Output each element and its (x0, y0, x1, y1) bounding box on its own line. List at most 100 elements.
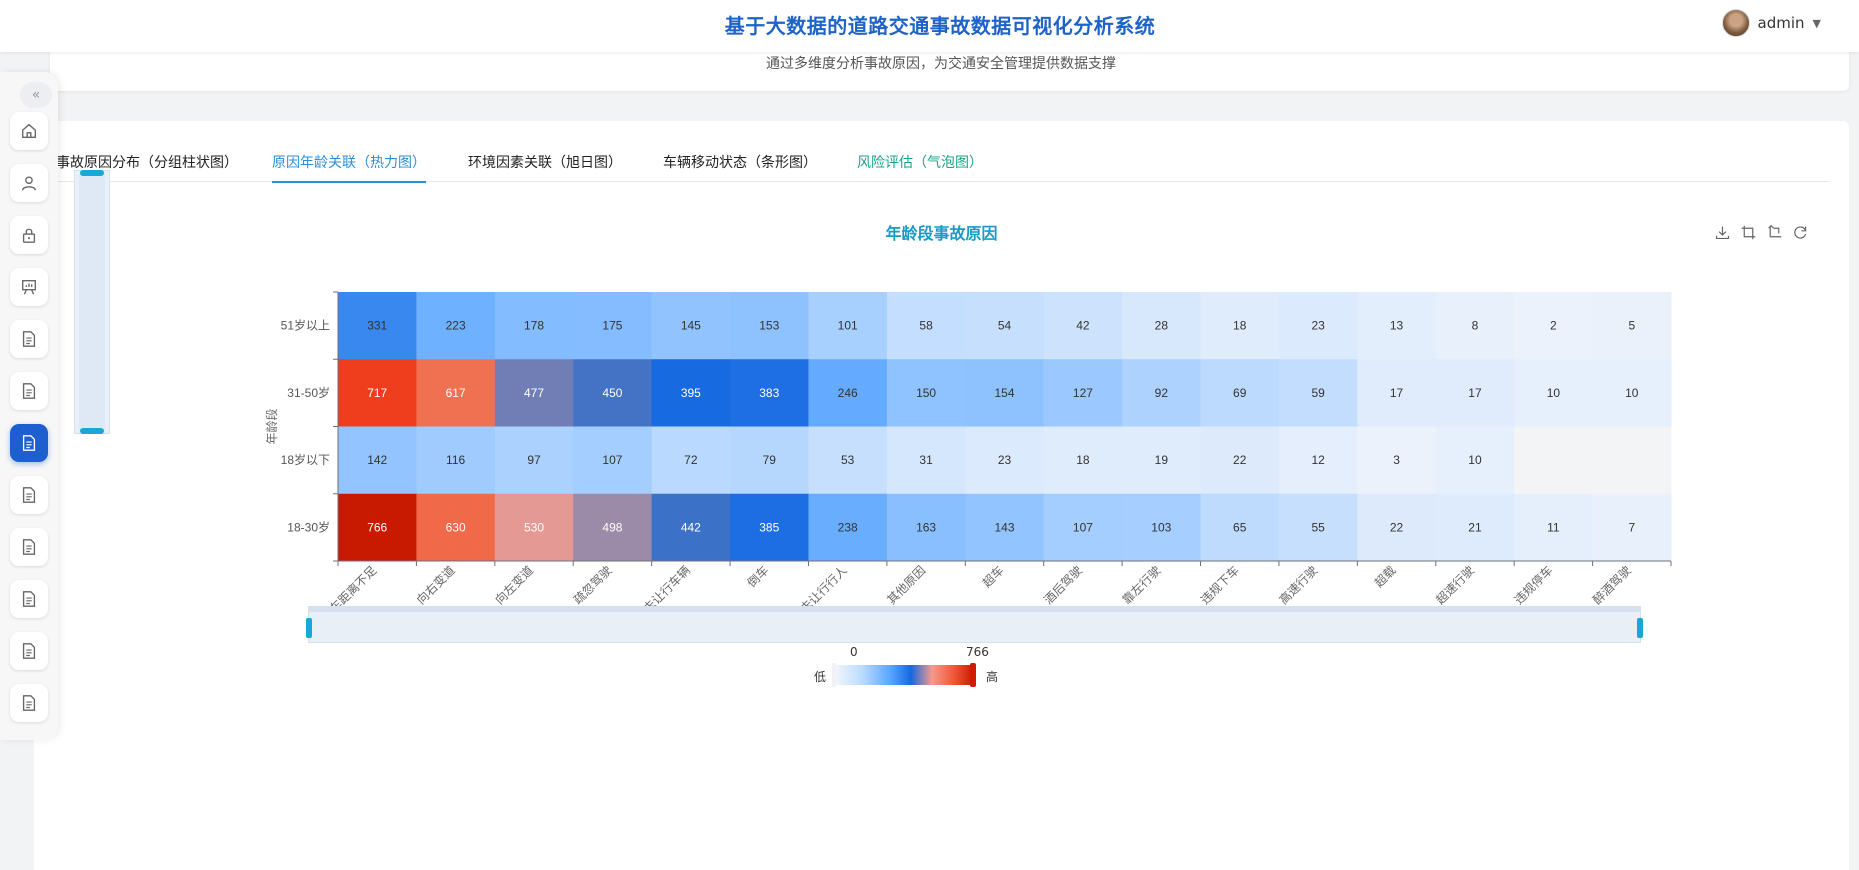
top-header: 基于大数据的道路交通事故数据可视化分析系统 admin ▼ (0, 0, 1859, 52)
heatmap-cell-label: 17 (1468, 386, 1482, 400)
sidebar-item-user[interactable] (10, 164, 48, 202)
username[interactable]: admin (1758, 14, 1805, 32)
avatar[interactable] (1721, 9, 1750, 37)
y-tick-label: 18岁以下 (281, 452, 330, 467)
heatmap-cell-label: 2 (1550, 319, 1557, 333)
document-icon (22, 331, 36, 347)
heatmap-cell-label: 530 (524, 520, 544, 534)
visual-map-handle-high[interactable] (970, 663, 976, 687)
heatmap-cell-label: 246 (838, 386, 858, 400)
heatmap-cell-label: 65 (1233, 520, 1247, 534)
heatmap-cell-label: 10 (1547, 386, 1561, 400)
heatmap-cell-label: 143 (994, 520, 1014, 534)
heatmap-cell-label: 58 (919, 319, 933, 333)
x-tick-label: 其他原因 (884, 563, 928, 607)
document-icon (22, 643, 36, 659)
heatmap-cell-label: 11 (1547, 520, 1560, 534)
double-chevron-left-icon: « (31, 87, 41, 103)
heatmap-cell-label: 22 (1390, 520, 1404, 534)
heatmap-cell-label: 97 (527, 453, 541, 467)
heatmap-cell-label: 766 (367, 520, 387, 534)
visual-map-low-text: 低 (814, 670, 827, 684)
user-icon (22, 176, 36, 191)
sidebar-item-board[interactable] (10, 268, 48, 306)
x-tick-label: 违规停车 (1511, 563, 1556, 608)
sidebar-item-doc-2[interactable] (10, 372, 48, 410)
document-icon (22, 487, 36, 503)
heatmap-cell-label: 127 (1073, 386, 1093, 400)
heatmap-cell-label: 21 (1468, 520, 1482, 534)
heatmap-cell-label: 498 (602, 520, 622, 534)
visual-map-gradient[interactable] (834, 665, 974, 685)
heatmap-cell-label: 42 (1076, 319, 1090, 333)
visual-map-legend: 0 766 低 高 (814, 645, 1014, 695)
heatmap-cell-label: 142 (367, 453, 387, 467)
heatmap-cell-label: 107 (602, 453, 622, 467)
x-tick-label: 靠左行驶 (1119, 563, 1164, 608)
heatmap-cell-label: 717 (367, 386, 387, 400)
sidebar-item-lock[interactable] (10, 216, 48, 254)
chart-board-icon (22, 280, 36, 295)
sidebar: « (0, 72, 58, 740)
heatmap-cell-label: 22 (1233, 453, 1247, 467)
sidebar-item-doc-7[interactable] (10, 632, 48, 670)
heatmap-cell-label: 19 (1155, 453, 1169, 467)
heatmap-cell-label: 92 (1155, 386, 1169, 400)
heatmap-cell-label: 28 (1155, 319, 1169, 333)
heatmap-cell-label: 107 (1073, 520, 1093, 534)
x-tick-label: 酒后驾驶 (1040, 563, 1085, 608)
document-icon (22, 383, 36, 399)
sidebar-item-doc-6[interactable] (10, 580, 48, 618)
heatmap-cell-label: 17 (1390, 386, 1404, 400)
heatmap-cell-label: 23 (998, 453, 1012, 467)
y-axis-name: 年龄段 (264, 408, 279, 444)
heatmap-cell-label: 630 (446, 520, 466, 534)
x-tick-label: 向左变道 (492, 563, 537, 608)
sidebar-item-doc-8[interactable] (10, 684, 48, 722)
heatmap-cell-label: 101 (838, 319, 858, 333)
heatmap-cell-label: 31 (919, 453, 933, 467)
visual-map-handle-low[interactable] (832, 663, 836, 687)
heatmap-cell-label: 116 (446, 453, 465, 467)
heatmap-cell-label: 238 (838, 520, 858, 534)
x-tick-label: 高速行驶 (1276, 563, 1321, 608)
document-icon (22, 539, 36, 555)
heatmap-cell-label: 3 (1393, 453, 1400, 467)
document-icon (22, 591, 36, 607)
heatmap-cell-label: 175 (602, 319, 622, 333)
heatmap-cell-empty (1592, 426, 1672, 495)
heatmap-cell-label: 450 (602, 386, 622, 400)
heatmap-cell-label: 12 (1311, 453, 1325, 467)
x-zoom-handle-right[interactable] (1637, 618, 1643, 638)
heatmap-cell-label: 145 (681, 319, 701, 333)
sidebar-item-doc-1[interactable] (10, 320, 48, 358)
heatmap-cell-label: 54 (998, 319, 1012, 333)
x-tick-label: 向右变道 (413, 563, 458, 608)
collapse-sidebar-button[interactable]: « (20, 82, 52, 108)
x-zoom-handle-left[interactable] (306, 618, 312, 638)
sidebar-item-home[interactable] (10, 112, 48, 150)
heatmap-cell-empty (1514, 426, 1594, 495)
x-tick-label: 疏忽驾驶 (570, 563, 615, 608)
heatmap-cell-label: 7 (1628, 520, 1635, 534)
heatmap-cell-label: 79 (763, 453, 777, 467)
visual-map-min: 0 (850, 645, 858, 659)
heatmap-cell-label: 10 (1468, 453, 1482, 467)
sidebar-item-doc-5[interactable] (10, 528, 48, 566)
heatmap-cell-label: 103 (1151, 520, 1171, 534)
heatmap-cell-label: 5 (1628, 319, 1635, 333)
heatmap-cell-label: 617 (446, 386, 466, 400)
heatmap-cell-label: 383 (759, 386, 779, 400)
caret-down-icon[interactable]: ▼ (1813, 17, 1821, 30)
user-menu[interactable]: admin ▼ (1721, 8, 1821, 38)
x-tick-label: 倒车 (744, 563, 772, 591)
sidebar-item-doc-3-active[interactable] (10, 424, 48, 462)
heatmap-cell-label: 223 (446, 319, 466, 333)
heatmap-cell-label: 178 (524, 319, 544, 333)
heatmap-chart: 331 223 178 175 145 153 101 58 54 42 28 18 23 13 8 2 571… (264, 291, 1672, 633)
document-icon (22, 435, 36, 451)
visual-map-max: 766 (966, 645, 989, 659)
y-tick-label: 18-30岁 (287, 519, 330, 534)
sidebar-item-doc-4[interactable] (10, 476, 48, 514)
x-data-zoom-slider[interactable] (306, 606, 1643, 643)
